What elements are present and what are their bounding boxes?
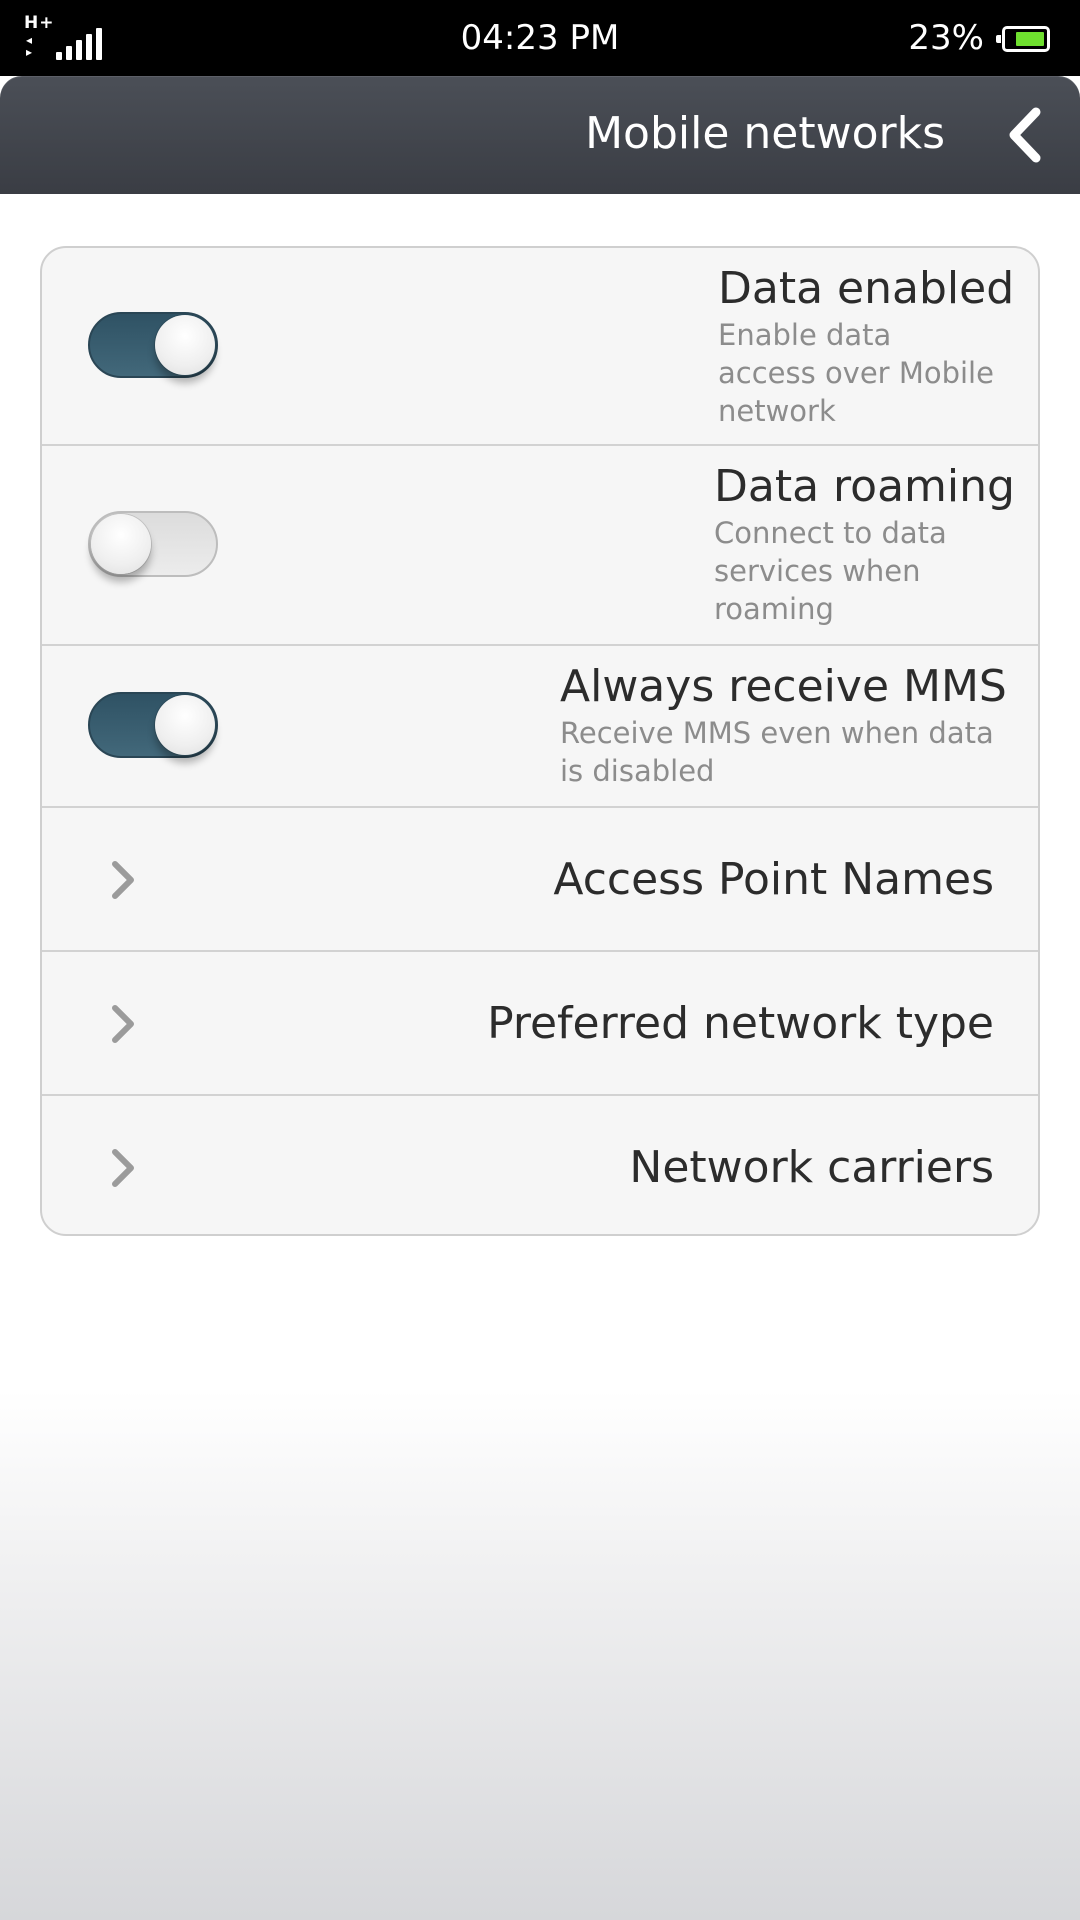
battery-icon [996,26,1050,52]
data-roaming-toggle[interactable] [88,511,218,577]
setting-label: Access Point Names [553,854,994,905]
toggle-knob [91,514,151,574]
setting-description: Enable data access over Mobile network [718,318,994,428]
chevron-right-icon [112,1149,134,1187]
setting-label: Network carriers [629,1142,994,1193]
settings-list: Data enabled Enable data access over Mob… [40,246,1040,1236]
setting-title: Data roaming [714,461,1015,512]
back-button[interactable] [994,102,1060,168]
setting-title: Always receive MMS [560,661,1007,712]
toggle-knob [155,695,215,755]
setting-text: Always receive MMS Receive MMS even when… [560,661,1007,790]
always-receive-mms-toggle[interactable] [88,692,218,758]
battery-percent: 23% [908,18,984,58]
setting-data-roaming[interactable]: Data roaming Connect to data services wh… [42,446,1038,646]
data-enabled-toggle[interactable] [88,312,218,378]
setting-text: Data enabled Enable data access over Mob… [718,263,1015,430]
setting-network-carriers[interactable]: Network carriers [42,1096,1038,1234]
status-bar: H+ ◂ ▸ 04:23 PM 23% [0,0,1080,76]
setting-title: Data enabled [718,263,1015,314]
setting-label: Preferred network type [487,998,994,1049]
chevron-right-icon [112,861,134,899]
setting-data-enabled[interactable]: Data enabled Enable data access over Mob… [42,248,1038,446]
title-bar: Mobile networks [0,76,1080,194]
page-title: Mobile networks [585,108,945,159]
setting-description: Receive MMS even when data is disabled [560,716,994,788]
setting-access-point-names[interactable]: Access Point Names [42,808,1038,952]
battery-level-fill [1016,32,1044,46]
setting-always-receive-mms[interactable]: Always receive MMS Receive MMS even when… [42,646,1038,808]
setting-description: Connect to data services when roaming [714,516,947,626]
toggle-knob [155,315,215,375]
chevron-left-icon [1009,107,1041,163]
setting-text: Data roaming Connect to data services wh… [714,461,1015,628]
chevron-right-icon [112,1005,134,1043]
setting-preferred-network-type[interactable]: Preferred network type [42,952,1038,1096]
